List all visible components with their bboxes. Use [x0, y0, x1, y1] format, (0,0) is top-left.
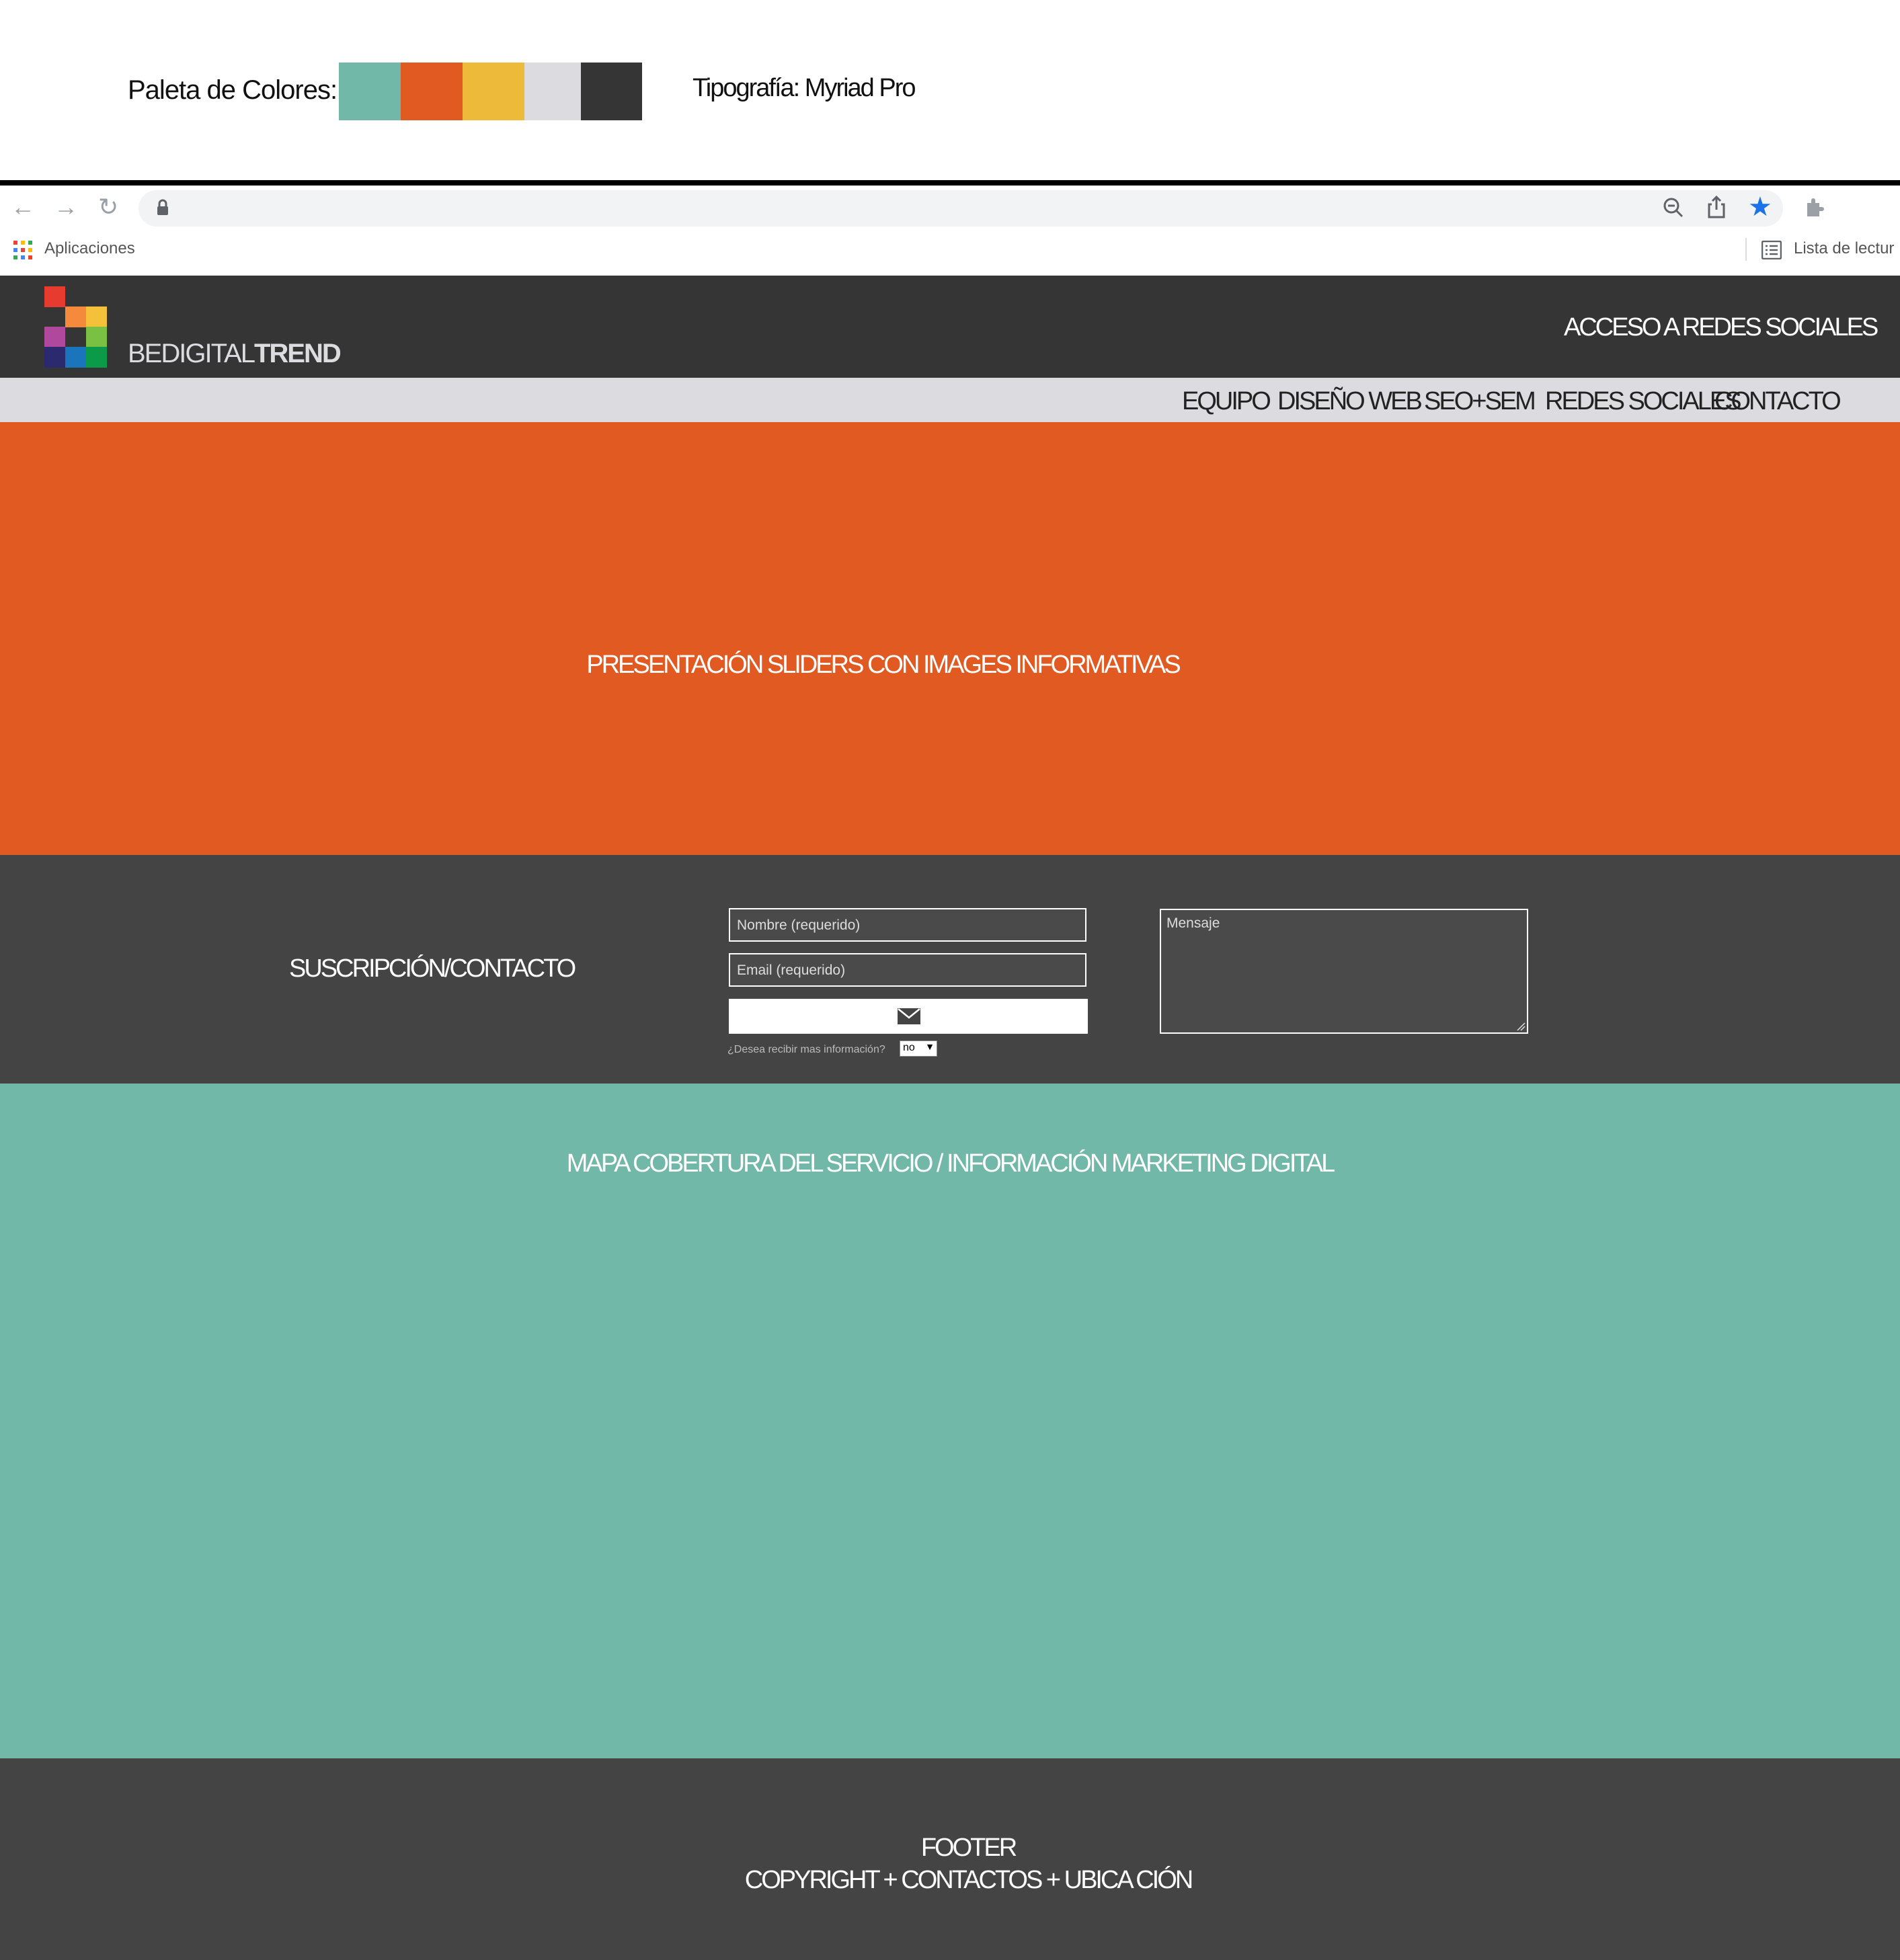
map-title: MAPA COBERTURA DEL SERVICIO / INFORMACIÓ…	[566, 1149, 1336, 1178]
swatch-orange	[401, 63, 463, 120]
hero-slider[interactable]	[0, 422, 1900, 855]
info-question: ¿Desea recibir mas información?	[727, 1044, 885, 1055]
nav-contacto[interactable]: CONTACTO	[1714, 387, 1842, 416]
email-field[interactable]: Email (requerido)	[729, 953, 1086, 987]
swatch-dark-gray	[581, 63, 642, 120]
reload-icon[interactable]: ↻	[98, 195, 118, 219]
bookmarks-bar	[0, 227, 1900, 276]
star-icon[interactable]: ★	[1748, 194, 1772, 220]
apps-grid-icon[interactable]	[13, 241, 32, 259]
swatch-light-gray	[524, 63, 581, 120]
reading-list-label[interactable]: Lista de lectur	[1794, 239, 1894, 258]
lock-icon	[157, 199, 168, 215]
social-access-link[interactable]: ACCESO A REDES SOCIALES	[1564, 313, 1878, 342]
info-select[interactable]: no ▼	[900, 1040, 937, 1057]
bookmarks-separator	[1745, 238, 1747, 261]
reading-list-icon[interactable]	[1762, 241, 1782, 259]
nav-diseno-web[interactable]: DISEÑO WEB	[1277, 387, 1423, 416]
nav-equipo[interactable]: EQUIPO	[1182, 387, 1271, 416]
forward-icon[interactable]: →	[54, 195, 78, 219]
footer-info[interactable]: COPYRIGHT + CONTACTOS + UBICA CIÓN	[0, 1866, 1900, 1895]
brand-light: BEDIGITAL	[128, 339, 255, 368]
info-select-value: no	[903, 1042, 915, 1053]
resize-handle-icon[interactable]	[1516, 1022, 1526, 1031]
chevron-down-icon: ▼	[925, 1041, 935, 1052]
palette-label: Paleta de Colores:	[128, 75, 338, 105]
brand-name[interactable]: BEDIGITALTREND	[128, 339, 342, 369]
swatch-yellow	[463, 63, 524, 120]
address-bar[interactable]	[138, 190, 1783, 227]
share-icon[interactable]	[1706, 195, 1727, 219]
nav-seo-sem[interactable]: SEO+SEM	[1424, 387, 1536, 416]
swatch-teal	[339, 63, 401, 120]
menu-icon[interactable]: ⋮	[1893, 195, 1900, 219]
back-icon[interactable]: ←	[11, 195, 35, 219]
divider	[0, 180, 1900, 186]
nav-redes-sociales[interactable]: REDES SOCIALES	[1545, 387, 1742, 416]
contact-title: SUSCRIPCIÓN/CONTACTO	[289, 954, 576, 983]
footer-title: FOOTER	[920, 1834, 1017, 1862]
coverage-map-section	[0, 1084, 1900, 1758]
extensions-icon[interactable]	[1803, 196, 1826, 219]
bookmark-apps[interactable]: Aplicaciones	[44, 239, 135, 258]
slider-caption: PRESENTACIÓN SLIDERS CON IMAGES INFORMAT…	[586, 651, 1181, 679]
logo-icon[interactable]	[44, 286, 107, 368]
brand-bold: TREND	[253, 339, 342, 368]
zoom-out-icon[interactable]	[1662, 196, 1685, 219]
envelope-icon	[898, 1008, 920, 1024]
message-field[interactable]: Mensaje	[1160, 909, 1528, 1034]
name-field[interactable]: Nombre (requerido)	[729, 908, 1086, 942]
typography-label: Tipografía: Myriad Pro	[692, 74, 916, 102]
send-button[interactable]	[729, 999, 1088, 1034]
